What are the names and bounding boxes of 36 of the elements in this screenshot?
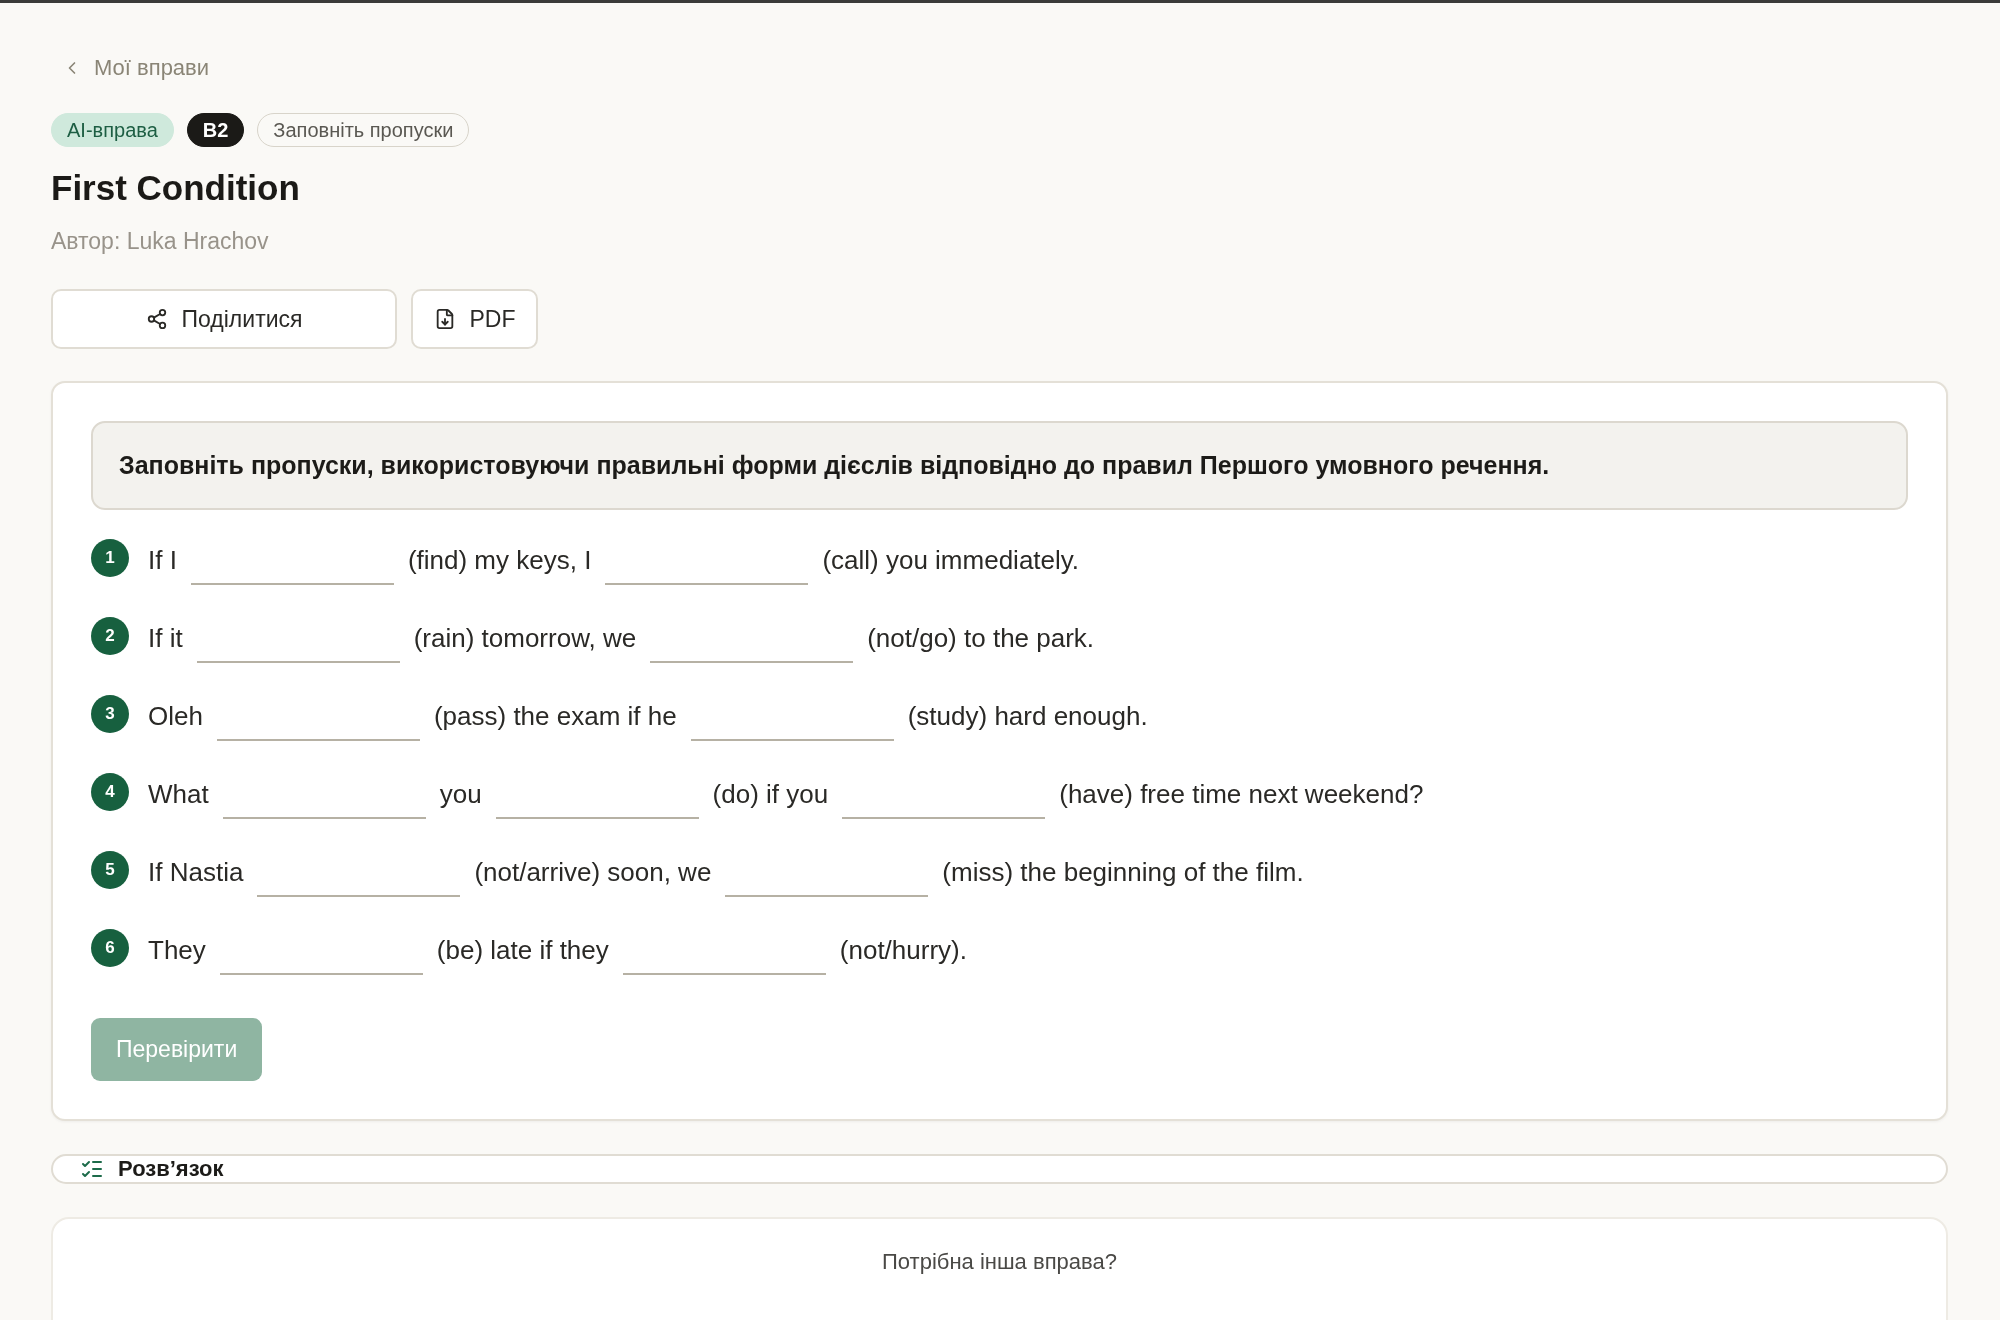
solution-toggle[interactable]: Розв’язок bbox=[51, 1154, 1948, 1184]
sentence-text: (rain) tomorrow, we bbox=[413, 622, 637, 654]
question-number: 2 bbox=[91, 617, 129, 655]
question-number: 5 bbox=[91, 851, 129, 889]
sentence-text: you bbox=[439, 778, 482, 810]
sentence-text: If I bbox=[148, 544, 177, 576]
share-icon bbox=[145, 308, 168, 330]
question-number: 4 bbox=[91, 773, 129, 811]
sentence-text: (not/go) to the park. bbox=[867, 622, 1095, 654]
sentence-text: They bbox=[148, 934, 206, 966]
question-number: 6 bbox=[91, 929, 129, 967]
question-number: 3 bbox=[91, 695, 129, 733]
sentence-text: (have) free time next weekend? bbox=[1059, 778, 1424, 810]
sentence-text: (study) hard enough. bbox=[907, 700, 1148, 732]
sentence-text: Oleh bbox=[148, 700, 203, 732]
back-link[interactable]: Мої вправи bbox=[62, 55, 210, 81]
sentence-text: If Nastia bbox=[148, 856, 244, 888]
tag: B2 bbox=[186, 113, 245, 147]
tag: AI-вправа bbox=[51, 113, 174, 147]
share-button[interactable]: Поділитися bbox=[51, 289, 397, 349]
sentence-text: (be) late if they bbox=[436, 934, 609, 966]
sentence-text: (not/hurry). bbox=[839, 934, 967, 966]
sentence-text: (pass) the exam if he bbox=[433, 700, 677, 732]
sentence-text: (not/arrive) soon, we bbox=[474, 856, 712, 888]
sentence-text: (find) my keys, I bbox=[407, 544, 592, 576]
prompt-text: Потрібна інша вправа? bbox=[882, 1248, 1117, 1276]
pdf-button[interactable]: PDF bbox=[411, 289, 538, 349]
sentence-text: If it bbox=[148, 622, 183, 654]
sentence-text: (do) if you bbox=[712, 778, 829, 810]
sentence-text: (call) you immediately. bbox=[822, 544, 1080, 576]
sentence-text: (miss) the beginning of the film. bbox=[942, 856, 1304, 888]
instruction-text: Заповніть пропуски, використовуючи правильні форми дієслів відповідно до правил Першого умовного речення. bbox=[119, 451, 1550, 480]
page-title: First Condition bbox=[51, 167, 300, 209]
question-number: 1 bbox=[91, 539, 129, 577]
author-text: Автор: Luka Hrachov bbox=[51, 227, 269, 256]
sentence-text: What bbox=[148, 778, 209, 810]
